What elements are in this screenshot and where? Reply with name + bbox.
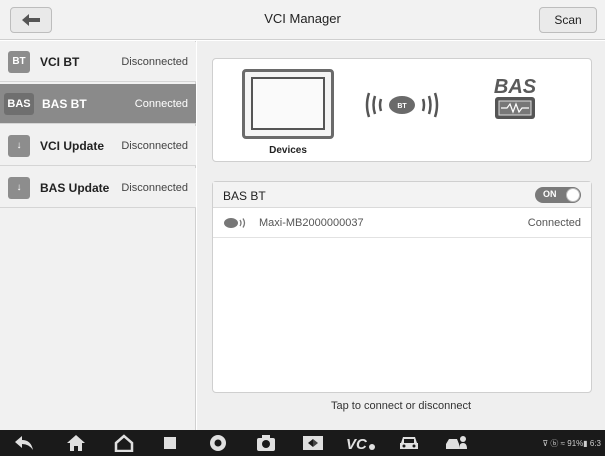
system-nav-bar: VC ⊽ ⓑ ≈ 91%▮ 6:3 [0, 430, 605, 456]
sidebar-item-status: Connected [134, 97, 188, 110]
sidebar-item-status: Disconnected [121, 139, 188, 152]
top-bar: VCI Manager Scan [0, 0, 605, 40]
device-name: Maxi-MB2000000037 [259, 217, 364, 229]
device-status: Connected [527, 217, 581, 229]
main-panel: Devices BT BAS BAS BT ON Maxi-MB20000000… [197, 41, 605, 430]
bluetooth-signal-icon: BT [365, 92, 439, 118]
sidebar-item-bas-bt[interactable]: BAS BAS BT Connected [0, 84, 196, 124]
sidebar-item-label: VCI Update [40, 138, 105, 153]
download-icon: ↓ [8, 176, 30, 199]
bas-badge-icon: BAS [4, 92, 34, 115]
back-nav-icon[interactable] [14, 434, 34, 452]
bluetooth-toggle[interactable]: ON [535, 187, 581, 203]
download-icon: ↓ [8, 134, 30, 157]
bluetooth-device-icon [224, 218, 246, 228]
bt-badge-icon: BT [8, 50, 30, 73]
sidebar-item-label: BAS BT [42, 96, 87, 111]
sidebar-item-label: VCI BT [40, 54, 80, 69]
sidebar-item-vci-bt[interactable]: BT VCI BT Disconnected [0, 42, 196, 82]
home-icon[interactable] [66, 434, 86, 452]
sidebar: BT VCI BT Disconnected BAS BAS BT Connec… [0, 41, 196, 430]
sidebar-item-vci-update[interactable]: ↓ VCI Update Disconnected [0, 126, 196, 166]
sidebar-item-status: Disconnected [121, 55, 188, 68]
devices-label: Devices [269, 145, 307, 156]
bas-device-icon: BAS [494, 76, 537, 119]
status-bar-text: ⊽ ⓑ ≈ 91%▮ 6:3 [542, 439, 601, 448]
svg-text:VC: VC [346, 436, 368, 452]
bluetooth-panel-title: BAS BT [223, 189, 266, 203]
toggle-knob [566, 188, 580, 202]
camera-icon[interactable] [256, 434, 276, 452]
device-row[interactable]: Maxi-MB2000000037 Connected [213, 208, 591, 238]
sidebar-item-bas-update[interactable]: ↓ BAS Update Disconnected [0, 168, 196, 208]
sidebar-item-label: BAS Update [40, 180, 110, 195]
browser-icon[interactable] [208, 434, 228, 452]
bas-logo-text: BAS [494, 76, 537, 98]
bt-label: BT [397, 103, 407, 110]
hint-text: Tap to connect or disconnect [330, 400, 472, 412]
sidebar-item-status: Disconnected [121, 181, 188, 194]
remote-support-icon[interactable] [444, 434, 468, 452]
screenshot-icon[interactable] [302, 434, 324, 452]
toggle-label: ON [543, 189, 557, 199]
recent-apps-icon[interactable] [160, 434, 180, 452]
bluetooth-panel-header: BAS BT ON [213, 182, 591, 208]
car-icon[interactable] [398, 434, 420, 452]
vci-icon[interactable]: VC [346, 434, 376, 452]
house-outline-icon[interactable] [114, 434, 134, 452]
connection-diagram: Devices BT BAS [212, 58, 592, 162]
page-title: VCI Manager [264, 11, 341, 26]
tablet-device-icon [242, 69, 334, 139]
scan-button[interactable]: Scan [539, 7, 597, 33]
bluetooth-panel: BAS BT ON Maxi-MB2000000037 Connected [212, 181, 592, 393]
